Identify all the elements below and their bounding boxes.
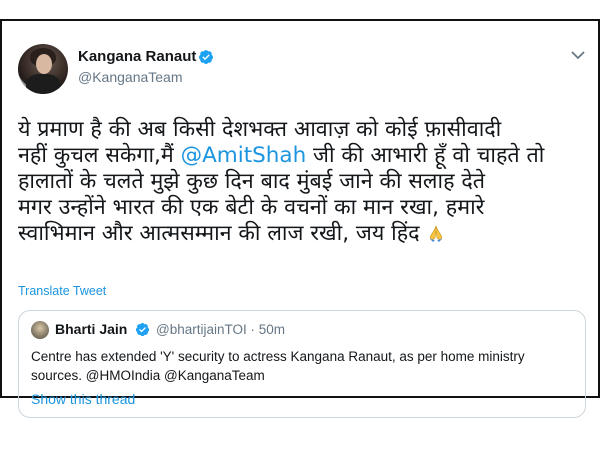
- body-line-3: हालातों के चलते मुझे कुछ दिन बाद मुंबई ज…: [18, 169, 485, 194]
- quoted-text-line-2: sources. @HMOIndia @KanganaTeam: [31, 368, 265, 383]
- verified-badge-icon: [199, 50, 213, 64]
- quoted-handle-time: @bhartijainTOI · 50m: [156, 322, 286, 337]
- body-line-2-tail: जी की आभारी हूँ वो चाहते तो: [306, 143, 545, 168]
- body-line-2: नहीं कुचल सकेगा,मैं @AmitShah जी की आभार…: [18, 143, 578, 169]
- quoted-author-avatar: [31, 321, 49, 339]
- body-line-5: स्वाभिमान और आत्मसम्मान की लाज रखी, जय ह…: [18, 221, 578, 247]
- mention-link[interactable]: @AmitShah: [181, 143, 307, 168]
- top-margin: [0, 0, 600, 19]
- body-line-5-text: स्वाभिमान और आत्मसम्मान की लाज रखी, जय ह…: [18, 221, 420, 246]
- author-name[interactable]: Kangana Ranaut: [78, 48, 196, 65]
- avatar-face: [36, 54, 52, 74]
- quoted-text: Centre has extended 'Y' security to actr…: [31, 347, 581, 385]
- tweet-body: ये प्रमाण है की अब किसी देशभक्त आवाज़ को…: [18, 117, 578, 247]
- translate-tweet-link[interactable]: Translate Tweet: [18, 284, 106, 298]
- chevron-down-icon[interactable]: [570, 49, 586, 61]
- author-avatar[interactable]: [18, 44, 68, 94]
- body-line-4: मगर उन्होंने भारत की एक बेटी के वचनों का…: [18, 195, 485, 220]
- body-line-1: ये प्रमाण है की अब किसी देशभक्त आवाज़ को…: [18, 117, 502, 142]
- quoted-author-name[interactable]: Bharti Jain: [55, 321, 127, 337]
- quoted-tweet[interactable]: Bharti Jain @bhartijainTOI · 50m Centre …: [18, 310, 586, 418]
- body-line-2-head: नहीं कुचल सकेगा,मैं: [18, 143, 181, 168]
- folded-hands-emoji-icon: [429, 225, 442, 242]
- show-thread-link[interactable]: Show this thread: [31, 391, 135, 407]
- author-handle[interactable]: @KanganaTeam: [78, 69, 183, 85]
- tweet-card: Kangana Ranaut @KanganaTeam ये प्रमाण है…: [2, 19, 598, 418]
- quoted-text-line-1: Centre has extended 'Y' security to actr…: [31, 349, 525, 364]
- quoted-verified-badge-icon: [135, 323, 150, 337]
- avatar-body: [26, 74, 60, 94]
